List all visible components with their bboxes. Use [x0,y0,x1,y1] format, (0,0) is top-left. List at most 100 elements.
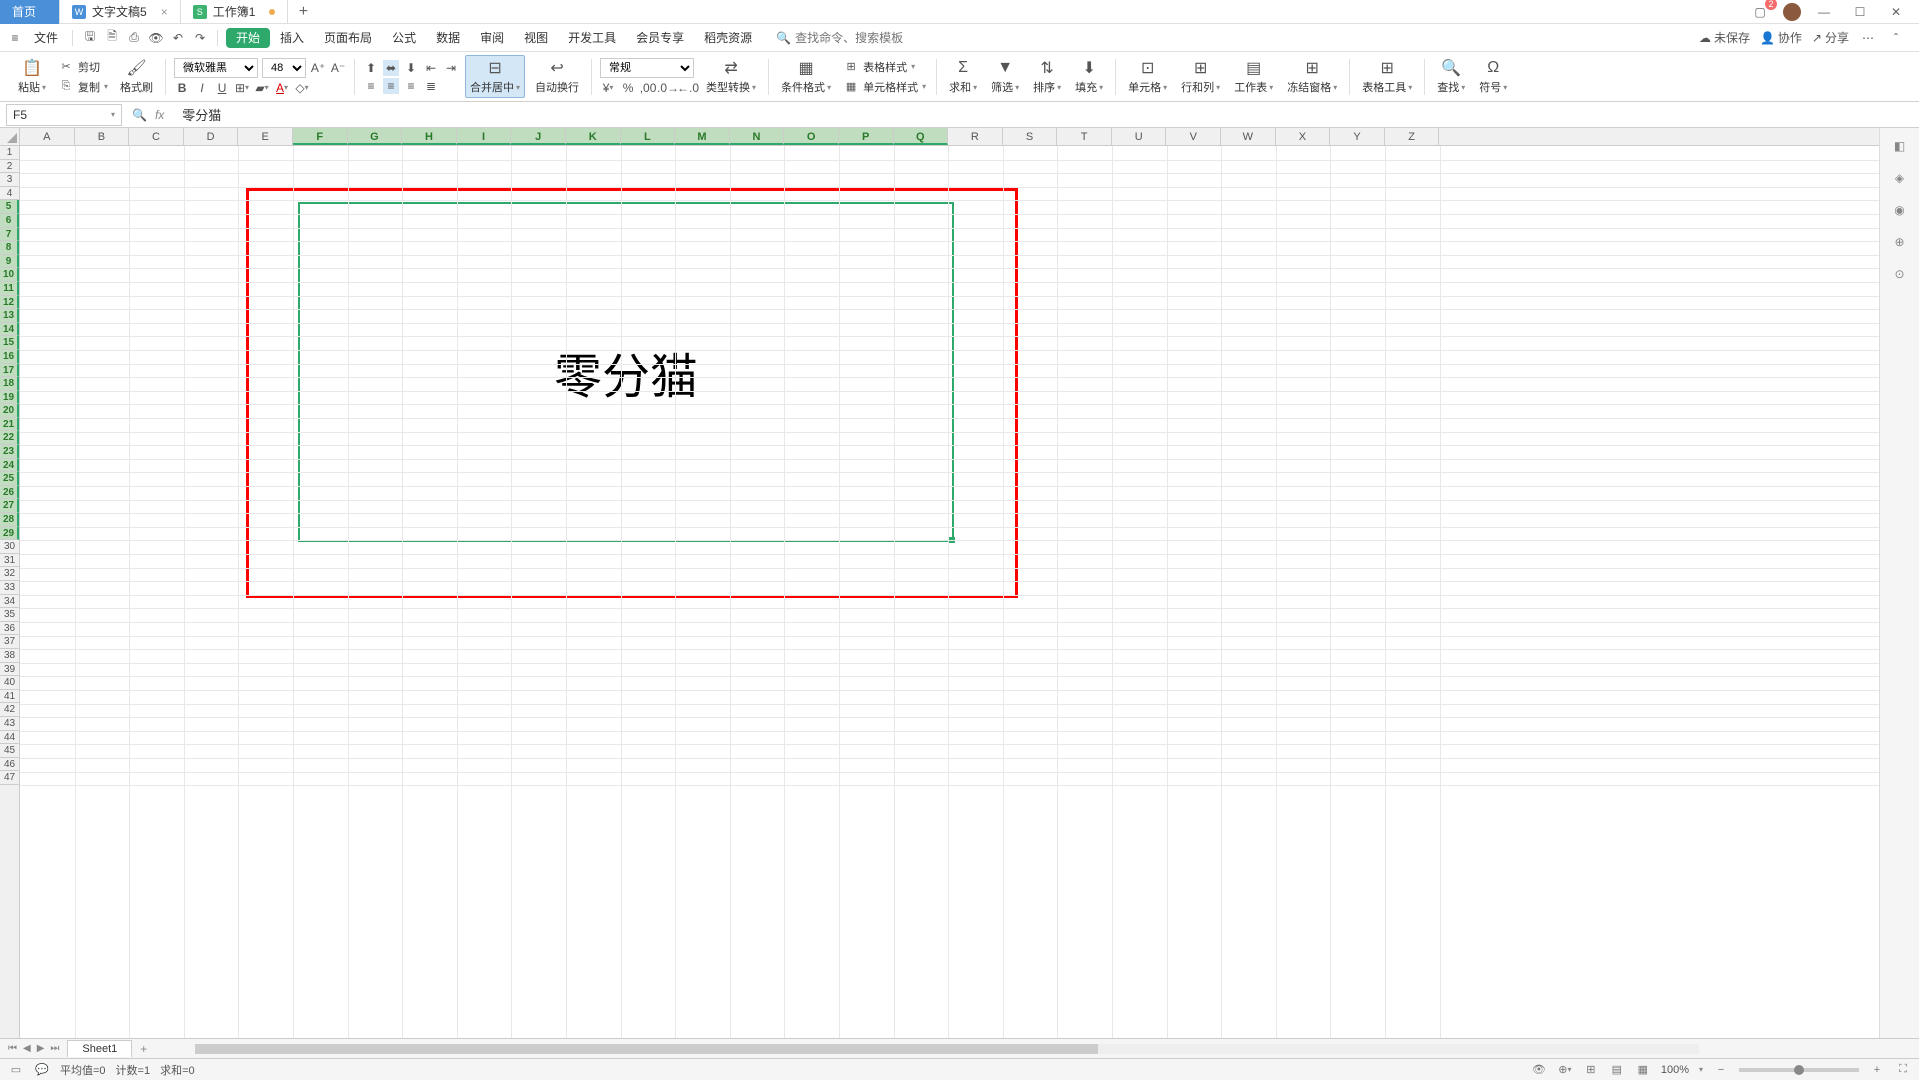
col-header-J[interactable]: J [511,128,566,145]
menu-tab-会员专享[interactable]: 会员专享 [626,28,694,48]
fill-button[interactable]: ⬇填充▾ [1071,56,1107,97]
select-all-corner[interactable] [0,128,20,146]
command-search[interactable]: 🔍 [776,31,915,45]
fullscreen-icon[interactable]: ⛶ [1895,1062,1911,1078]
save-icon[interactable]: 🖫 [81,29,99,47]
cut-button[interactable]: ✂剪切 [56,58,110,76]
row-header-39[interactable]: 39 [0,663,19,677]
align-center-icon[interactable]: ≡ [383,78,399,94]
col-header-P[interactable]: P [839,128,894,145]
zoom-out-button[interactable]: − [1713,1062,1729,1078]
row-header-16[interactable]: 16 [0,350,19,364]
row-header-29[interactable]: 29 [0,527,19,541]
number-format-select[interactable]: 常规 [600,58,694,78]
close-button[interactable]: ✕ [1883,2,1909,22]
tab-home[interactable]: 首页 [0,0,60,24]
row-header-6[interactable]: 6 [0,214,19,228]
increase-decimal-icon[interactable]: .0→ [660,80,676,96]
row-header-14[interactable]: 14 [0,323,19,337]
col-header-S[interactable]: S [1003,128,1058,145]
cells-area[interactable]: 零分猫 [20,146,1919,1038]
col-header-N[interactable]: N [730,128,785,145]
sidebar-icon-1[interactable]: ◧ [1890,136,1910,156]
row-header-46[interactable]: 46 [0,758,19,772]
menu-tab-开始[interactable]: 开始 [226,28,270,48]
decrease-font-icon[interactable]: A⁻ [330,60,346,76]
row-header-44[interactable]: 44 [0,731,19,745]
col-header-H[interactable]: H [402,128,457,145]
col-header-C[interactable]: C [129,128,184,145]
view-break-icon[interactable]: ▦ [1635,1062,1651,1078]
notification-icon[interactable]: ▢ [1747,2,1773,22]
sheet-tab-1[interactable]: Sheet1 [67,1040,132,1057]
sum-button[interactable]: Σ求和▾ [945,56,981,97]
col-header-K[interactable]: K [566,128,621,145]
row-header-35[interactable]: 35 [0,608,19,622]
row-header-43[interactable]: 43 [0,717,19,731]
col-header-Q[interactable]: Q [894,128,949,145]
col-header-V[interactable]: V [1166,128,1221,145]
col-header-F[interactable]: F [293,128,348,145]
hamburger-icon[interactable]: ≡ [6,29,24,47]
zoom-slider[interactable] [1739,1068,1859,1072]
sidebar-icon-3[interactable]: ◉ [1890,200,1910,220]
sheet-nav-first[interactable]: ⏮ [8,1043,17,1054]
row-header-40[interactable]: 40 [0,676,19,690]
freeze-button[interactable]: ⊞冻结窗格▾ [1283,56,1341,97]
row-header-5[interactable]: 5 [0,200,19,214]
menu-tab-数据[interactable]: 数据 [426,28,470,48]
row-header-37[interactable]: 37 [0,635,19,649]
cond-format-button[interactable]: ▦条件格式▾ [777,56,835,97]
col-header-T[interactable]: T [1057,128,1112,145]
table-tool-button[interactable]: ⊞表格工具▾ [1358,56,1416,97]
more-icon[interactable]: ⋯ [1859,29,1877,47]
percent-icon[interactable]: % [620,80,636,96]
font-color-icon[interactable]: A▾ [274,80,290,96]
col-header-R[interactable]: R [948,128,1003,145]
col-header-I[interactable]: I [457,128,512,145]
sidebar-icon-2[interactable]: ◈ [1890,168,1910,188]
view-normal-icon[interactable]: ⊞ [1583,1062,1599,1078]
align-left-icon[interactable]: ≡ [363,78,379,94]
col-header-Z[interactable]: Z [1385,128,1440,145]
row-header-18[interactable]: 18 [0,377,19,391]
row-header-21[interactable]: 21 [0,418,19,432]
avatar[interactable] [1783,3,1801,21]
sort-button[interactable]: ⇅排序▾ [1029,56,1065,97]
row-header-10[interactable]: 10 [0,268,19,282]
collapse-ribbon-icon[interactable]: ˆ [1887,29,1905,47]
collaborate-button[interactable]: 👤协作 [1760,29,1802,46]
align-middle-icon[interactable]: ⬌ [383,60,399,76]
unsaved-indicator[interactable]: ☁未保存 [1699,29,1750,46]
row-header-38[interactable]: 38 [0,649,19,663]
worksheet-button[interactable]: ▤工作表▾ [1230,56,1277,97]
increase-font-icon[interactable]: A⁺ [310,60,326,76]
align-bottom-icon[interactable]: ⬇ [403,60,419,76]
menu-tab-审阅[interactable]: 审阅 [470,28,514,48]
filter-button[interactable]: ▼筛选▾ [987,56,1023,97]
horizontal-scrollbar[interactable] [195,1044,1699,1054]
fill-color-icon[interactable]: ▰▾ [254,80,270,96]
search-input[interactable] [795,31,915,45]
align-justify-icon[interactable]: ≣ [423,78,439,94]
col-header-L[interactable]: L [621,128,676,145]
tab-doc[interactable]: W 文字文稿5 × [60,0,181,24]
menu-tab-页面布局[interactable]: 页面布局 [314,28,382,48]
row-header-12[interactable]: 12 [0,296,19,310]
menu-tab-公式[interactable]: 公式 [382,28,426,48]
zoom-icon[interactable]: 🔍 [132,108,147,122]
row-header-41[interactable]: 41 [0,690,19,704]
menu-tab-稻壳资源[interactable]: 稻壳资源 [694,28,762,48]
row-header-26[interactable]: 26 [0,486,19,500]
name-box[interactable]: F5▾ [6,104,122,126]
print-preview-icon[interactable]: 👁 [147,29,165,47]
bold-icon[interactable]: B [174,80,190,96]
row-header-27[interactable]: 27 [0,499,19,513]
symbol-button[interactable]: Ω符号▾ [1475,56,1511,97]
record-icon[interactable]: ▭ [8,1062,24,1078]
row-header-28[interactable]: 28 [0,513,19,527]
eye-icon[interactable]: 👁 [1531,1062,1547,1078]
formula-input[interactable]: 零分猫 [174,105,1919,124]
col-header-W[interactable]: W [1221,128,1276,145]
row-header-11[interactable]: 11 [0,282,19,296]
